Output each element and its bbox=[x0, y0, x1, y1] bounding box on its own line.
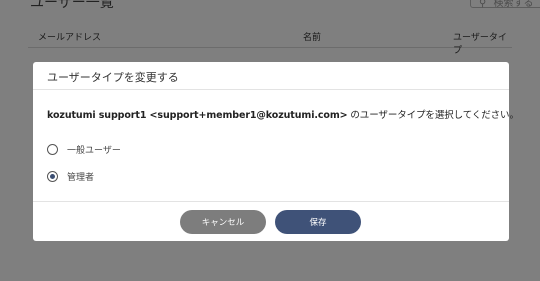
change-user-type-dialog: ユーザータイプを変更する kozutumi support1 <support+… bbox=[33, 62, 519, 241]
dialog-message-suffix: のユーザータイプを選択してください。 bbox=[347, 110, 519, 121]
dialog-body: kozutumi support1 <support+member1@kozut… bbox=[33, 90, 519, 202]
radio-option-admin[interactable]: 管理者 bbox=[47, 170, 509, 183]
dialog-title: ユーザータイプを変更する bbox=[33, 62, 509, 90]
radio-button-admin[interactable] bbox=[47, 171, 58, 182]
radio-button-general-user[interactable] bbox=[47, 144, 58, 155]
dialog-message: kozutumi support1 <support+member1@kozut… bbox=[47, 107, 519, 121]
save-button[interactable]: 保存 bbox=[275, 210, 361, 234]
dialog-message-user: kozutumi support1 <support+member1@kozut… bbox=[47, 110, 348, 121]
cancel-button[interactable]: キャンセル bbox=[180, 210, 266, 234]
dialog-footer: キャンセル 保存 bbox=[33, 202, 509, 240]
radio-option-general-user[interactable]: 一般ユーザー bbox=[47, 143, 509, 156]
radio-label-general-user[interactable]: 一般ユーザー bbox=[67, 143, 121, 156]
radio-label-admin[interactable]: 管理者 bbox=[67, 170, 94, 183]
